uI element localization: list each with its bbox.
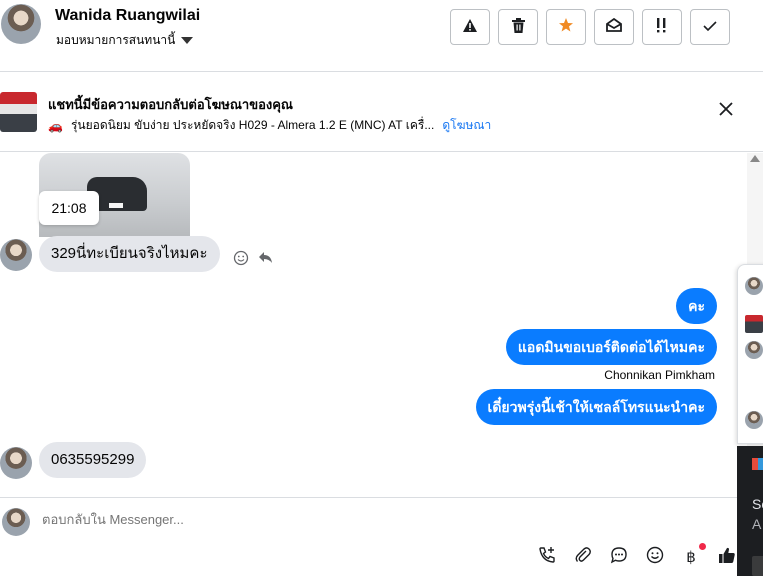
report-spam-button[interactable] — [450, 9, 490, 45]
caret-down-icon — [181, 37, 194, 44]
check-icon — [703, 19, 717, 36]
payment-icon: ฿ — [686, 548, 696, 566]
close-icon — [719, 96, 733, 121]
saved-reply-button[interactable] — [608, 546, 630, 568]
side-chat-panel — [737, 264, 763, 444]
emoji-icon — [646, 546, 664, 569]
view-ad-link[interactable]: ดูโฆษณา — [442, 116, 491, 135]
contact-message-avatar[interactable] — [0, 239, 32, 271]
side-contact-avatar[interactable] — [745, 277, 763, 295]
side-notification-panel: Se A — [737, 446, 763, 576]
reply-input[interactable] — [42, 512, 642, 527]
react-emoji-icon[interactable] — [233, 250, 249, 270]
inbox-conversation: Wanida Ruangwilai มอบหมายการสนทนานี้ แชท… — [0, 0, 763, 576]
delete-button[interactable] — [498, 9, 538, 45]
reply-arrow-icon[interactable] — [258, 251, 273, 268]
payment-button[interactable]: ฿ — [680, 543, 706, 568]
like-icon — [718, 546, 736, 569]
notification-text: Se — [752, 496, 763, 512]
call-add-button[interactable] — [536, 546, 558, 568]
outgoing-message-bubble[interactable]: เดี๋ยวพรุ่งนี้เช้าให้เซลล์โทรแนะนำคะ — [475, 389, 717, 425]
call-add-icon — [538, 546, 556, 569]
trash-icon — [511, 17, 525, 37]
notification-app-icon — [752, 458, 763, 470]
side-contact-avatar[interactable] — [745, 411, 763, 429]
outgoing-message-bubble[interactable]: แอดมินขอเบอร์ติดต่อได้ไหมคะ — [505, 329, 717, 365]
scroll-up-arrow-icon[interactable] — [750, 155, 760, 162]
contact-message-avatar[interactable] — [0, 447, 32, 479]
license-plate — [109, 203, 123, 208]
incoming-message-bubble[interactable]: 0635595299 — [39, 442, 147, 478]
warning-icon — [462, 18, 478, 37]
mark-done-button[interactable] — [690, 9, 730, 45]
like-button[interactable] — [716, 546, 738, 568]
reply-composer: ฿ — [0, 497, 747, 576]
outgoing-message-bubble[interactable]: คะ — [676, 288, 717, 324]
assign-conversation-dropdown[interactable]: มอบหมายการสนทนานี้ — [56, 31, 194, 50]
composer-actions: ฿ — [536, 543, 738, 568]
ad-thumbnail[interactable] — [0, 92, 37, 132]
star-icon — [558, 17, 574, 37]
attach-button[interactable] — [572, 546, 594, 568]
follow-up-icon — [655, 17, 669, 37]
contact-name[interactable]: Wanida Ruangwilai — [55, 7, 200, 25]
ad-banner-subtitle-row: 🚗 รุ่นยอดนิยม ขับง่าย ประหยัดจริง H029 -… — [48, 116, 491, 135]
header-toolbar — [450, 9, 730, 45]
saved-reply-icon — [610, 546, 628, 569]
incoming-message-bubble[interactable]: 329นี่ทะเบียนจริงไหมคะ — [39, 236, 220, 272]
star-button[interactable] — [546, 9, 586, 45]
notification-subtext: A — [752, 516, 762, 532]
car-emoji-icon: 🚗 — [48, 118, 63, 133]
ad-banner-title: แชทนี้มีข้อความตอบกลับต่อโฆษณาของคุณ — [48, 97, 293, 112]
attach-icon — [575, 546, 591, 569]
page-avatar — [2, 508, 30, 536]
assign-label: มอบหมายการสนทนานี้ — [56, 33, 176, 47]
ad-reply-banner: แชทนี้มีข้อความตอบกลับต่อโฆษณาของคุณ 🚗 ร… — [0, 72, 763, 152]
contact-avatar[interactable] — [1, 4, 41, 44]
close-banner-button[interactable] — [716, 99, 736, 119]
sender-name: Chonnikan Pimkham — [604, 368, 715, 382]
mark-unread-icon — [606, 17, 622, 36]
side-contact-avatar[interactable] — [745, 341, 763, 359]
notification-dot — [699, 543, 706, 550]
side-ad-thumbnail[interactable] — [745, 315, 763, 333]
message-thread: 21:08 329นี่ทะเบียนจริงไหมคะ คะ แอดมินขอ… — [0, 153, 747, 497]
notification-button[interactable] — [752, 556, 763, 576]
mark-unread-button[interactable] — [594, 9, 634, 45]
ad-banner-subtitle: รุ่นยอดนิยม ขับง่าย ประหยัดจริง H029 - A… — [70, 118, 435, 132]
emoji-button[interactable] — [644, 546, 666, 568]
message-timestamp-tooltip: 21:08 — [39, 191, 99, 225]
follow-up-button[interactable] — [642, 9, 682, 45]
conversation-header: Wanida Ruangwilai มอบหมายการสนทนานี้ — [0, 0, 763, 72]
